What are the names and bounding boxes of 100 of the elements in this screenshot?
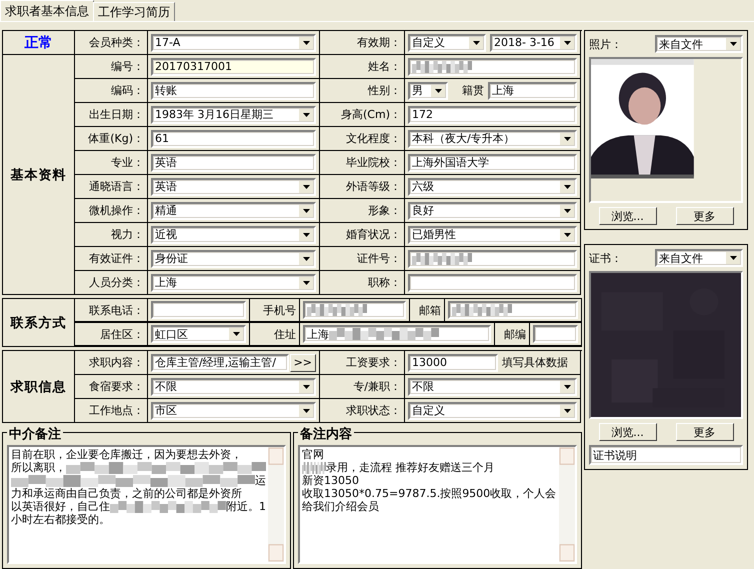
text-field[interactable] — [408, 250, 577, 268]
dropdown-button[interactable] — [725, 37, 741, 51]
text-field[interactable]: 172 — [408, 106, 577, 124]
dropdown[interactable]: 不限 — [408, 378, 577, 396]
memo-field[interactable]: 目前在职，企业要仓库搬迁，因为要想去外资， 所以离职， 运 力和承运商由自己负责，之前的公司都是外资所 以英语很好，自己住 附近。1 小时左右都接受的。 — [7, 445, 286, 564]
caret-icon — [730, 42, 736, 46]
field-label: 毕业院校： — [346, 155, 401, 170]
text-field[interactable]: 20170317001 — [151, 58, 316, 76]
caret-icon — [564, 384, 570, 388]
field-label: 有效期： — [357, 35, 401, 50]
dropdown[interactable]: 六级 — [408, 178, 577, 196]
dropdown-button[interactable] — [298, 204, 314, 218]
memo-text: 力和承运商由自己负责，之前的公司都是外资所 — [11, 487, 242, 500]
memo-text: 新资13050 — [302, 474, 359, 487]
dropdown[interactable]: 近视 — [151, 226, 316, 244]
dropdown[interactable]: 英语 — [151, 178, 316, 196]
dropdown[interactable]: 1983年 3月16日星期三 — [151, 106, 316, 124]
dropdown-button[interactable] — [298, 36, 314, 50]
dropdown[interactable]: 不限 — [151, 378, 316, 396]
field-label: 邮箱 — [419, 302, 441, 318]
dropdown-button[interactable] — [430, 84, 446, 98]
caret-icon — [472, 40, 480, 44]
dropdown-button[interactable] — [298, 276, 314, 290]
dropdown-button[interactable] — [559, 180, 575, 194]
dropdown-button[interactable] — [468, 36, 484, 50]
more-button[interactable]: >> — [290, 354, 316, 372]
text-field[interactable]: 上海 — [303, 325, 491, 343]
dropdown[interactable]: 来自文件 — [655, 35, 743, 53]
dropdown[interactable]: 男 — [408, 82, 448, 100]
dropdown-button[interactable] — [559, 204, 575, 218]
caret-icon — [302, 256, 310, 260]
field-label: 有效证件： — [89, 251, 144, 266]
scrollbar[interactable] — [268, 447, 284, 562]
field-label: 婚育状况： — [346, 227, 401, 242]
text-field[interactable] — [151, 301, 246, 319]
field-label: 身高(Cm)： — [341, 107, 401, 122]
text-field[interactable]: 证书说明 — [589, 445, 743, 465]
field-label: 住址 — [274, 326, 296, 342]
panel-button[interactable]: 更多 — [676, 207, 734, 225]
section-title: 联系方式 — [10, 314, 66, 332]
text-field[interactable]: 转账 — [151, 82, 316, 100]
dropdown[interactable]: 来自文件 — [655, 249, 743, 267]
dropdown-button[interactable] — [559, 132, 575, 146]
dropdown[interactable]: 市区 — [151, 402, 316, 420]
text-field[interactable]: 61 — [151, 130, 316, 148]
field-label: 手机号 — [263, 302, 296, 318]
caret-icon — [564, 184, 570, 188]
field-label: 视力： — [111, 227, 144, 242]
field-label: 职称： — [368, 275, 401, 290]
dropdown-button[interactable] — [559, 36, 575, 50]
dropdown-button[interactable] — [298, 228, 314, 242]
tab[interactable]: 求职者基本信息 — [0, 0, 94, 21]
text-field[interactable]: 13000 — [408, 354, 498, 372]
dropdown-button[interactable] — [559, 380, 575, 394]
text-field[interactable]: 上海外国语大学 — [408, 154, 577, 172]
caret-icon — [564, 232, 570, 236]
dropdown[interactable]: 身份证 — [151, 250, 316, 268]
panel-button[interactable]: 浏览... — [598, 423, 656, 441]
memo-field[interactable]: 官网 录用，走流程 推荐好友赠送三个月 新资13050 收取13050*0.75=9787.5.按照9500收取，个人会 给我们介绍会员 — [298, 445, 577, 564]
panel-button[interactable]: 更多 — [676, 423, 734, 441]
field-label: 照片： — [589, 36, 622, 52]
dropdown-button[interactable] — [298, 252, 314, 266]
text-field[interactable] — [533, 325, 578, 343]
dropdown[interactable]: 上海 — [151, 274, 316, 292]
text-field[interactable]: 英语 — [151, 154, 316, 172]
tab[interactable]: 工作学习简历 — [93, 2, 175, 21]
memo-text: 所以离职， — [11, 461, 66, 474]
memo-text: 收取13050*0.75=9787.5.按照9500收取，个人会 — [302, 487, 556, 500]
text-field[interactable] — [408, 58, 577, 76]
scrollbar[interactable] — [559, 447, 575, 562]
dropdown-button[interactable] — [559, 404, 575, 418]
field-label: 编码： — [111, 83, 144, 98]
dropdown[interactable]: 良好 — [408, 202, 577, 220]
dropdown[interactable]: 17-A — [151, 34, 316, 52]
dropdown-button[interactable] — [298, 404, 314, 418]
text-field[interactable] — [303, 301, 406, 319]
dropdown[interactable]: 精通 — [151, 202, 316, 220]
blurred-text-drawing — [412, 252, 472, 264]
dropdown[interactable]: 2018- 3-16 — [490, 34, 577, 52]
dropdown-button[interactable] — [228, 327, 244, 341]
dropdown-button[interactable] — [725, 251, 741, 265]
dropdown[interactable]: 本科（夜大/专升本） — [408, 130, 577, 148]
dropdown[interactable]: 虹口区 — [151, 325, 246, 343]
panel-button[interactable]: 浏览... — [598, 207, 656, 225]
dropdown-button[interactable] — [298, 108, 314, 122]
field-label: 求职内容： — [89, 355, 144, 370]
dropdown-button[interactable] — [559, 228, 575, 242]
text-field[interactable]: 上海 — [488, 82, 577, 100]
field-label: 工资要求： — [346, 355, 401, 370]
dropdown-button[interactable] — [298, 380, 314, 394]
field-label: 形象： — [368, 203, 401, 218]
memo-text: 官网 — [302, 448, 324, 461]
text-field[interactable]: 仓库主管/经理,运输主管/ — [151, 354, 289, 372]
dropdown-button[interactable] — [298, 180, 314, 194]
dropdown[interactable]: 已婚男性 — [408, 226, 577, 244]
dropdown[interactable]: 自定义 — [408, 402, 577, 420]
text-field[interactable] — [408, 274, 577, 292]
caret-icon — [302, 280, 310, 284]
text-field[interactable] — [448, 301, 578, 319]
dropdown[interactable]: 自定义 — [408, 34, 486, 52]
